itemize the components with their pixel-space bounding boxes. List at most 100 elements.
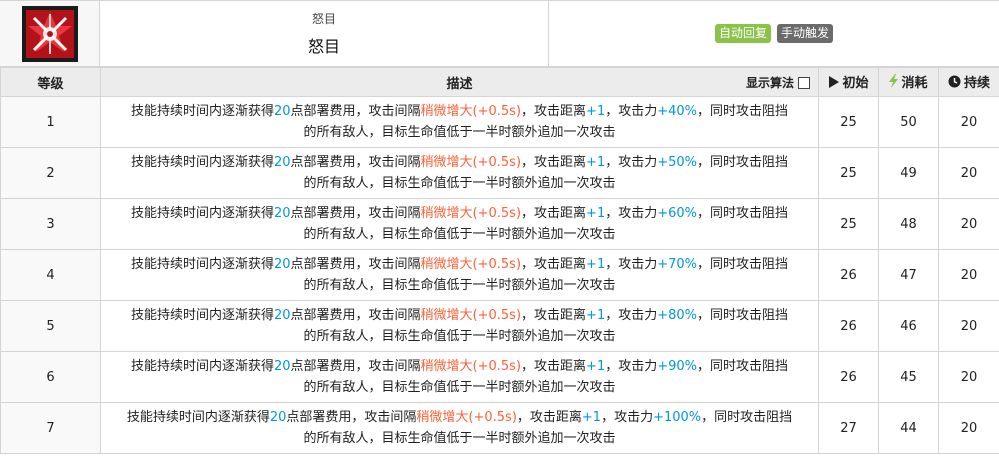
table-row: 6 技能持续时间内逐渐获得20点部署费用，攻击间隔稍微增大(+0.5s)，攻击距离… [0,351,999,403]
skill-name-cell: 怒目 怒目 [100,1,549,66]
description-header-label: 描述 [446,76,473,92]
desc-interval: 稍微增大 [420,308,473,323]
description-cell: 技能持续时间内逐渐获得20点部署费用，攻击间隔稍微增大(+0.5s)，攻击距离+… [100,147,819,199]
lightning-icon [889,74,899,89]
desc-text: 的所有敌人，目标生命值低于一半时额外追加一次攻击 [303,125,616,140]
desc-text: ，攻击距离 [521,257,587,272]
level-cell: 2 [0,147,101,199]
level-cell: 7 [0,402,101,454]
desc-interval-value: (+0.5s) [472,206,522,221]
sp-cost-label: 消耗 [901,75,928,91]
desc-text: 的所有敌人，目标生命值低于一半时额外追加一次攻击 [303,278,616,293]
desc-text: ，同时攻击阻挡 [701,410,793,425]
desc-text: ，攻击距离 [521,206,587,221]
duration-label: 持续 [963,76,990,91]
desc-atk-value: +100% [653,410,702,425]
desc-interval: 稍微增大 [420,104,473,119]
desc-dp-value: 20 [273,104,291,119]
desc-text: 的所有敌人，目标生命值低于一半时额外追加一次攻击 [303,380,616,395]
clock-icon [948,75,961,88]
skill-name-small: 怒目 [311,12,336,26]
description-cell: 技能持续时间内逐渐获得20点部署费用，攻击间隔稍微增大(+0.5s)，攻击距离+… [100,300,819,352]
desc-dp-value: 20 [273,308,291,323]
desc-text: ，攻击距离 [521,104,587,119]
desc-text: ，攻击力 [605,308,658,323]
duration-cell: 20 [938,198,999,250]
desc-interval: 稍微增大 [420,206,473,221]
description-cell: 技能持续时间内逐渐获得20点部署费用，攻击间隔稍微增大(+0.5s)，攻击距离+… [100,96,819,148]
show-formula-toggle[interactable]: 显示算法 [746,74,810,91]
initial-sp-cell: 25 [818,147,879,199]
description-cell: 技能持续时间内逐渐获得20点部署费用，攻击间隔稍微增大(+0.5s)，攻击距离+… [100,249,819,301]
level-cell: 1 [0,96,101,148]
initial-sp-cell: 26 [818,249,879,301]
table-header-row: 等级 描述 显示算法 初始 消耗 持续 [0,67,999,97]
desc-text: 的所有敌人，目标生命值低于一半时额外追加一次攻击 [303,227,616,242]
initial-sp-header: 初始 [818,67,879,97]
sp-recovery-tag: 自动回复 [714,24,771,43]
sp-cost-cell: 44 [878,402,939,454]
desc-text: ，攻击距离 [521,155,587,170]
level-cell: 4 [0,249,101,301]
table-row: 2 技能持续时间内逐渐获得20点部署费用，攻击间隔稍微增大(+0.5s)，攻击距离… [0,147,999,199]
desc-atk-value: +70% [657,257,698,272]
desc-text: ，攻击距离 [521,359,587,374]
description-cell: 技能持续时间内逐渐获得20点部署费用，攻击间隔稍微增大(+0.5s)，攻击距离 +… [100,402,819,454]
table-row: 1 技能持续时间内逐渐获得20点部署费用，攻击间隔稍微增大(+0.5s)，攻击距离… [0,96,999,148]
show-formula-checkbox[interactable] [798,76,810,89]
initial-sp-cell: 26 [818,300,879,352]
desc-text: 的所有敌人，目标生命值低于一半时额外追加一次攻击 [303,431,616,446]
desc-range-value: +1 [586,308,606,323]
desc-atk-value: +50% [657,155,698,170]
table-row: 7 技能持续时间内逐渐获得20点部署费用，攻击间隔稍微增大(+0.5s)，攻击距离… [0,402,999,454]
desc-text: ，攻击力 [605,206,658,221]
duration-cell: 20 [938,96,999,148]
desc-text: ，同时攻击阻挡 [697,206,789,221]
duration-cell: 20 [938,249,999,301]
desc-interval: 稍微增大 [416,410,469,425]
duration-header: 持续 [938,67,999,97]
desc-atk-value: +60% [657,206,698,221]
desc-text: ，攻击距离 [516,410,582,425]
desc-text: ，同时攻击阻挡 [697,257,789,272]
desc-atk-value: +90% [657,359,698,374]
sp-cost-cell: 47 [878,249,939,301]
desc-interval-value: (+0.5s) [472,359,522,374]
desc-text: 技能持续时间内逐渐获得 [130,155,274,170]
desc-range-value: +1 [586,359,606,374]
skill-icon-cell [0,1,100,66]
desc-text: 技能持续时间内逐渐获得 [130,308,274,323]
duration-cell: 20 [938,300,999,352]
initial-sp-cell: 27 [818,402,879,454]
desc-text: ，攻击力 [605,104,658,119]
skill-header: 怒目 怒目 自动回复 手动触发 [0,0,999,67]
skill-level-table: 等级 描述 显示算法 初始 消耗 持续 1 技能持续时间内逐渐获得20点部署费用… [0,67,999,454]
level-header: 等级 [0,67,101,97]
desc-text: ，攻击力 [605,155,658,170]
sp-cost-cell: 46 [878,300,939,352]
desc-text: ，同时攻击阻挡 [697,308,789,323]
initial-sp-cell: 26 [818,351,879,403]
desc-atk-value: +40% [657,104,698,119]
desc-text: 技能持续时间内逐渐获得 [130,359,274,374]
desc-text: ，攻击力 [601,410,654,425]
desc-text: 的所有敌人，目标生命值低于一半时额外追加一次攻击 [303,329,616,344]
desc-text: 点部署费用，攻击间隔 [290,308,421,323]
description-cell: 技能持续时间内逐渐获得20点部署费用，攻击间隔稍微增大(+0.5s)，攻击距离+… [100,198,819,250]
desc-text: 点部署费用，攻击间隔 [290,206,421,221]
level-cell: 3 [0,198,101,250]
desc-text: 技能持续时间内逐渐获得 [126,410,270,425]
desc-text: 点部署费用，攻击间隔 [286,410,417,425]
desc-dp-value: 20 [269,410,287,425]
initial-sp-label: 初始 [842,76,869,92]
desc-dp-value: 20 [273,155,291,170]
desc-range-value: +1 [586,206,606,221]
desc-interval-value: (+0.5s) [472,308,522,323]
desc-atk-value: +80% [657,308,698,323]
desc-interval-value: (+0.5s) [468,410,517,425]
desc-interval-value: (+0.5s) [472,155,522,170]
level-cell: 6 [0,351,101,403]
desc-dp-value: 20 [273,206,291,221]
skill-name: 怒目 [307,37,340,56]
desc-text: 的所有敌人，目标生命值低于一半时额外追加一次攻击 [303,176,616,191]
